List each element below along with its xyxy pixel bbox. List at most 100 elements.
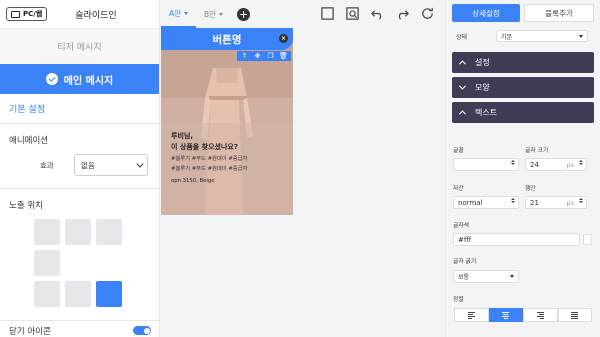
tab-detail-settings[interactable]: 상세설정 <box>452 4 520 22</box>
status-select[interactable]: 기본 <box>496 30 588 42</box>
position-middle-center <box>65 250 91 276</box>
line-height-value: 21 <box>530 198 539 207</box>
accordion-settings-label: 설정 <box>475 58 490 67</box>
overlay-line-2: 이 상품을 찾으셨나요? <box>171 143 238 151</box>
zoom-frame-icon[interactable] <box>345 6 360 21</box>
text-color-value: #fff <box>458 235 472 244</box>
effect-label: 효과 <box>40 160 54 170</box>
position-top-right[interactable] <box>96 219 122 245</box>
accordion-text[interactable]: 텍스트 <box>452 102 594 123</box>
font-select[interactable] <box>453 158 519 171</box>
align-justify-button[interactable] <box>557 308 592 322</box>
chevron-up-icon <box>458 110 467 118</box>
align-left-button[interactable] <box>454 308 489 322</box>
effect-select[interactable]: 없음 <box>74 154 148 176</box>
overlay-line-3: #봄루기 #무드 #원데이 #중급자 <box>171 156 248 162</box>
editor-top-bar: A안 B안 + <box>161 0 445 28</box>
tab-b-label: B안 <box>204 9 217 19</box>
stepper-icon <box>511 160 515 165</box>
letter-spacing-input[interactable]: normal <box>453 196 519 209</box>
add-version-button[interactable]: + <box>237 7 251 21</box>
overlay-text-block[interactable]: 루비님, 이 상품을 찾으셨나요? #봄루기 #무드 #원데이 #중급자 #봄루… <box>171 131 289 184</box>
topbar-title: 슬라이드인 <box>75 10 117 21</box>
trash-icon[interactable]: 🗑 <box>279 52 288 60</box>
font-weight-value: 보통 <box>458 274 470 281</box>
teaser-message-tab[interactable]: 티저 메시지 <box>0 28 159 64</box>
text-color-label: 글자색 <box>453 223 469 229</box>
tab-block-add[interactable]: 블록추가 <box>524 4 594 22</box>
text-color-input[interactable]: #fff <box>453 233 580 246</box>
move-icon[interactable]: ✥ <box>253 52 262 60</box>
add-version-label: + <box>238 7 249 21</box>
line-height-unit: px <box>566 200 574 207</box>
align-center-icon <box>502 311 510 319</box>
device-toggle-button[interactable]: PC/웹 <box>6 7 48 21</box>
align-label: 정렬 <box>453 297 464 303</box>
accordion-shape[interactable]: 모양 <box>452 77 594 98</box>
accordion-settings[interactable]: 설정 <box>452 52 594 73</box>
undo-icon[interactable] <box>370 6 385 21</box>
letter-spacing-value: normal <box>458 198 483 207</box>
slide-in-preview: 버튼명 × ↑ ✥ ❐ 🗑 루비님, 이 상품을 찾으셨나요? #봄루기 #무드… <box>161 28 293 215</box>
font-size-unit: px <box>566 162 574 169</box>
position-top-left[interactable] <box>34 219 60 245</box>
basic-settings-heading[interactable]: 기본 설정 <box>0 94 159 124</box>
status-value: 기본 <box>501 33 513 41</box>
align-right-button[interactable] <box>523 308 558 322</box>
line-height-input[interactable]: 21 px <box>525 196 587 209</box>
main-message-label: 메인 메시지 <box>63 75 114 87</box>
effect-row: 효과 없음 <box>0 146 159 176</box>
refresh-icon[interactable] <box>420 6 435 21</box>
font-size-value: 24 <box>530 160 539 169</box>
tab-b-version[interactable]: B안 <box>196 0 231 28</box>
stepper-icon <box>579 198 583 203</box>
chevron-down-icon <box>136 160 144 168</box>
caret-down-icon <box>219 12 224 16</box>
caret-down-icon <box>510 275 514 278</box>
redo-icon[interactable] <box>395 6 410 21</box>
overlay-line-4: #봄루기 #무드 #원데이 #중급자 <box>171 166 248 172</box>
exposure-position-label: 노출 위치 <box>9 201 43 211</box>
basic-settings-label: 기본 설정 <box>9 105 45 115</box>
left-topbar: PC/웹 슬라이드인 <box>0 0 159 28</box>
exposure-position-grid <box>34 219 126 307</box>
teaser-message-label: 티저 메시지 <box>57 43 102 53</box>
copy-icon[interactable]: ❐ <box>266 52 275 60</box>
cta-banner-button[interactable]: 버튼명 × <box>161 28 293 50</box>
align-justify-icon <box>571 311 579 319</box>
main-message-tab[interactable]: 메인 메시지 <box>0 64 159 94</box>
overlay-line-1: 루비님, <box>171 132 193 140</box>
chevron-down-icon <box>458 82 467 90</box>
effect-value: 없음 <box>81 160 95 170</box>
stepper-icon <box>511 198 515 203</box>
overlay-line-5: opn 3150, Beige <box>171 178 215 184</box>
banner-close-button[interactable]: × <box>279 34 288 43</box>
status-label: 상태 <box>456 33 468 41</box>
toolbar-icons <box>320 6 435 21</box>
font-weight-select[interactable]: 보통 <box>453 270 519 283</box>
position-bottom-right[interactable] <box>96 281 122 307</box>
tab-a-version[interactable]: A안 <box>161 0 197 28</box>
monitor-icon <box>11 10 20 18</box>
close-icon-toggle[interactable] <box>133 326 151 335</box>
font-size-input[interactable]: 24 px <box>525 158 587 171</box>
close-icon-label: 닫기 아이콘 <box>9 326 51 337</box>
position-middle-right <box>96 250 122 276</box>
text-align-group <box>454 308 592 322</box>
position-bottom-center[interactable] <box>65 281 91 307</box>
close-icon-row: 닫기 아이콘 <box>0 320 160 337</box>
caret-down-icon <box>184 11 189 15</box>
position-top-center[interactable] <box>65 219 91 245</box>
align-center-button[interactable] <box>488 308 523 322</box>
status-row: 상태 기본 <box>446 26 600 42</box>
letter-spacing-label: 자간 <box>453 186 464 192</box>
text-color-swatch[interactable] <box>583 234 592 245</box>
align-right-icon <box>536 311 544 319</box>
banner-text: 버튼명 <box>212 33 242 46</box>
animation-label: 애니메이션 <box>9 136 49 146</box>
position-middle-left[interactable] <box>34 250 60 276</box>
square-select-icon[interactable] <box>320 6 335 21</box>
position-bottom-left[interactable] <box>34 281 60 307</box>
arrow-up-icon[interactable]: ↑ <box>240 52 249 60</box>
tab-a-label: A안 <box>169 8 182 18</box>
